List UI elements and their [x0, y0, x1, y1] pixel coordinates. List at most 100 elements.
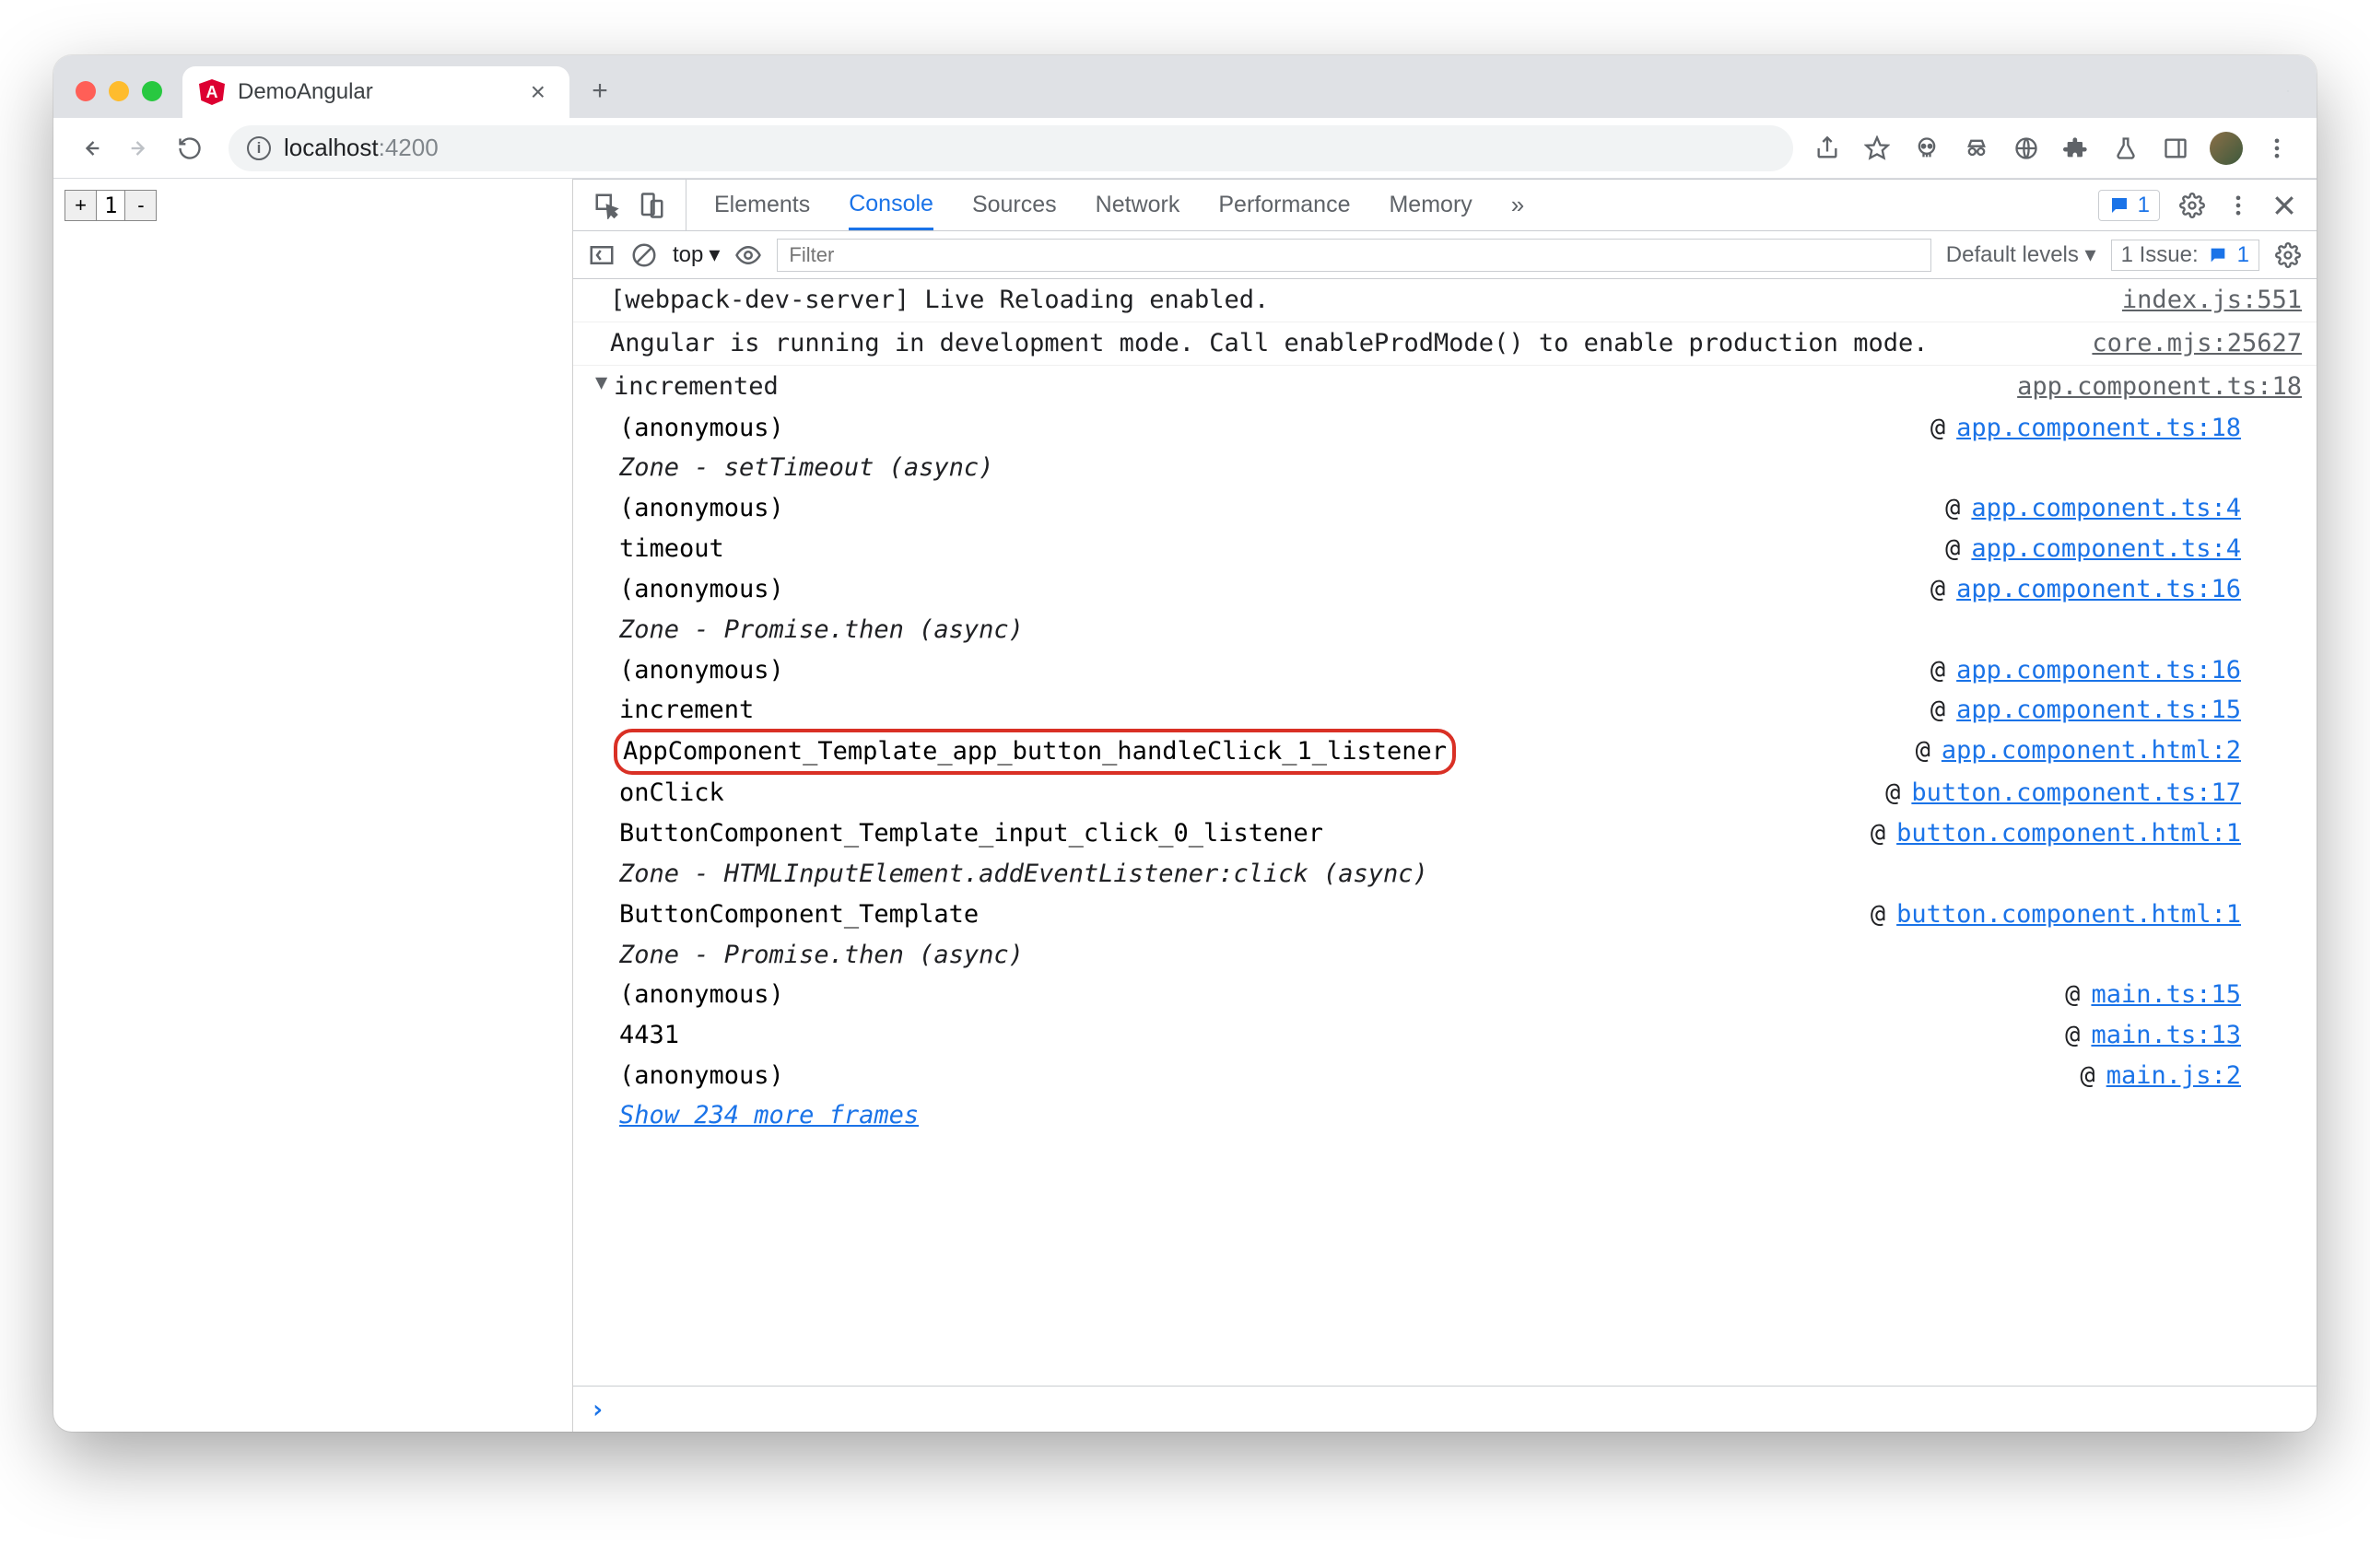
profile-avatar[interactable]	[2210, 132, 2243, 165]
at-symbol: @	[1871, 814, 1885, 853]
messages-badge[interactable]: 1	[2098, 190, 2160, 221]
stack-frame: 4431 @ main.ts:13	[619, 1015, 2317, 1056]
at-symbol: @	[1945, 489, 1960, 528]
source-link[interactable]: main.js:2	[2106, 1057, 2241, 1095]
source-link[interactable]: app.component.ts:18	[2017, 368, 2302, 406]
devtools-menu-icon[interactable]	[2224, 192, 2252, 219]
frame-name: ButtonComponent_Template_input_click_0_l…	[619, 814, 1323, 853]
chrome-menu-icon[interactable]	[2261, 133, 2293, 164]
at-symbol: @	[1930, 651, 1945, 690]
back-button[interactable]	[70, 128, 111, 169]
disclosure-triangle-icon[interactable]: ▼	[595, 368, 608, 399]
show-more-frames: Show 234 more frames	[573, 1096, 2317, 1135]
extension-flask-icon[interactable]	[2110, 133, 2141, 164]
sidebar-toggle-icon[interactable]	[588, 241, 616, 269]
tab-strip: DemoAngular × +	[53, 55, 2317, 118]
source-link[interactable]: button.component.html:1	[1896, 814, 2241, 853]
browser-tab[interactable]: DemoAngular ×	[182, 66, 569, 118]
source-link[interactable]: app.component.ts:15	[1956, 691, 2241, 730]
frame-name: 4431	[619, 1016, 679, 1055]
url-host: localhost	[284, 134, 379, 161]
tab-memory[interactable]: Memory	[1389, 180, 1472, 230]
extensions-puzzle-icon[interactable]	[2060, 133, 2092, 164]
window-controls	[68, 81, 173, 118]
console-prompt[interactable]: ›	[573, 1386, 2317, 1432]
devtools-tabs: Elements Console Sources Network Perform…	[573, 180, 2317, 231]
reload-button[interactable]	[170, 128, 210, 169]
angular-icon	[199, 79, 225, 105]
at-symbol: @	[1930, 409, 1945, 448]
tabs-overflow-icon[interactable]	[2274, 77, 2302, 105]
counter-value: 1	[97, 193, 124, 218]
source-link[interactable]: app.component.ts:16	[1956, 651, 2241, 690]
maximize-window-button[interactable]	[142, 81, 162, 101]
stack-frame: Zone - HTMLInputElement.addEventListener…	[619, 854, 2317, 895]
tab-network[interactable]: Network	[1096, 180, 1180, 230]
url-port: :4200	[379, 134, 439, 161]
close-window-button[interactable]	[76, 81, 96, 101]
share-icon[interactable]	[1812, 133, 1843, 164]
extension-skull-icon[interactable]	[1911, 133, 1942, 164]
source-link[interactable]: app.component.ts:4	[1971, 489, 2241, 528]
tab-performance[interactable]: Performance	[1218, 180, 1350, 230]
context-selector[interactable]: top ▾	[673, 241, 720, 268]
side-panel-icon[interactable]	[2160, 133, 2191, 164]
clear-console-icon[interactable]	[630, 241, 658, 269]
source-link[interactable]: index.js:551	[2122, 281, 2302, 320]
filter-input[interactable]	[777, 239, 1930, 272]
minimize-window-button[interactable]	[109, 81, 129, 101]
show-more-link[interactable]: Show 234 more frames	[619, 1101, 919, 1129]
source-link[interactable]: main.ts:15	[2091, 976, 2241, 1014]
tab-elements[interactable]: Elements	[714, 180, 810, 230]
address-bar[interactable]: i localhost:4200	[229, 125, 1793, 171]
log-levels-selector[interactable]: Default levels ▾	[1946, 241, 2096, 268]
console-settings-icon[interactable]	[2274, 241, 2302, 269]
device-toggle-icon[interactable]	[638, 192, 665, 219]
source-link[interactable]: app.component.ts:18	[1956, 409, 2241, 448]
stack-frame: (anonymous)@app.component.ts:16	[619, 569, 2317, 610]
frame-name: AppComponent_Template_app_button_handleC…	[619, 731, 1450, 772]
at-symbol: @	[2065, 1016, 2080, 1055]
gear-icon[interactable]	[2178, 192, 2206, 219]
extension-globe-icon[interactable]	[2011, 133, 2042, 164]
source-link[interactable]: app.component.html:2	[1942, 731, 2241, 770]
source-link[interactable]: button.component.ts:17	[1911, 774, 2241, 813]
zone-label: Zone - HTMLInputElement.addEventListener…	[619, 855, 1428, 894]
live-expression-icon[interactable]	[734, 241, 762, 269]
bookmark-star-icon[interactable]	[1861, 133, 1893, 164]
decrement-button[interactable]: -	[124, 191, 156, 220]
site-info-icon[interactable]: i	[247, 136, 271, 160]
stack-frame: (anonymous)@main.ts:15	[619, 975, 2317, 1015]
source-link[interactable]: app.component.ts:16	[1956, 570, 2241, 609]
new-tab-button[interactable]: +	[579, 70, 621, 112]
content-area: + 1 - Elements Console Sources Network P…	[53, 179, 2317, 1432]
trace-group-header[interactable]: ▼ incremented app.component.ts:18	[573, 366, 2317, 408]
more-tabs-icon[interactable]: »	[1500, 191, 1535, 219]
source-link[interactable]: main.ts:13	[2091, 1016, 2241, 1055]
incognito-icon[interactable]	[1961, 133, 1992, 164]
messages-count: 1	[2138, 193, 2150, 218]
frame-name: (anonymous)	[619, 976, 784, 1014]
forward-button[interactable]	[120, 128, 160, 169]
tab-console[interactable]: Console	[849, 180, 933, 230]
browser-toolbar: i localhost:4200	[53, 118, 2317, 179]
source-link[interactable]: core.mjs:25627	[2092, 324, 2302, 363]
toolbar-actions	[1812, 132, 2300, 165]
close-devtools-icon[interactable]	[2270, 192, 2298, 219]
source-link[interactable]: button.component.html:1	[1896, 895, 2241, 934]
at-symbol: @	[1871, 895, 1885, 934]
chevron-down-icon: ▾	[709, 241, 720, 268]
increment-button[interactable]: +	[65, 191, 97, 220]
stack-frame: Zone - Promise.then (async)	[619, 935, 2317, 976]
close-tab-icon[interactable]: ×	[531, 79, 546, 105]
frame-name: (anonymous)	[619, 409, 784, 448]
at-symbol: @	[1930, 691, 1945, 730]
frame-name: onClick	[619, 774, 724, 813]
frame-name: (anonymous)	[619, 570, 784, 609]
inspect-element-icon[interactable]	[593, 192, 621, 219]
page-content: + 1 -	[53, 179, 573, 1432]
tab-sources[interactable]: Sources	[972, 180, 1057, 230]
issues-button[interactable]: 1 Issue: 1	[2111, 240, 2259, 271]
source-link[interactable]: app.component.ts:4	[1971, 530, 2241, 568]
at-symbol: @	[2080, 1057, 2094, 1095]
